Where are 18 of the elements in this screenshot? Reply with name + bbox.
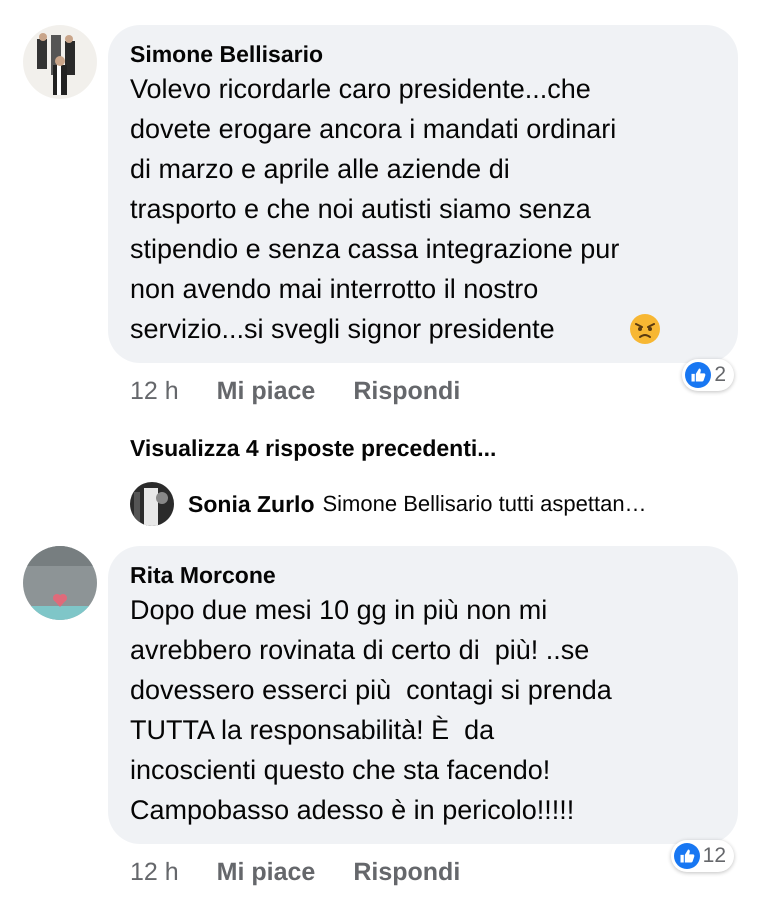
view-replies-link[interactable]: Visualizza 4 risposte precedenti...: [130, 435, 738, 462]
like-link[interactable]: Mi piace: [216, 858, 316, 886]
author-name[interactable]: Rita Morcone: [130, 560, 718, 590]
reaction-count[interactable]: 12: [670, 840, 734, 872]
comment-text: Volevo ricordarle caro presidente...che dovete erogare ancora i mandati ordinari di marzo e aprile alle aziende di trasporto e che noi autisti siamo senza stipendio e senza cassa integrazione pur non avendo mai interrotto il nostro servizio...si svegli signor presidente: [130, 73, 620, 346]
reaction-count[interactable]: 2: [682, 359, 734, 391]
reply-preview[interactable]: Simone Bellisario tutti aspettan…: [322, 491, 647, 517]
reply-link[interactable]: Rispondi: [353, 376, 460, 406]
reply-link[interactable]: Rispondi: [353, 858, 460, 886]
like-link[interactable]: Mi piace: [216, 376, 316, 406]
author-name[interactable]: Simone Bellisario: [130, 39, 718, 69]
comment-text: Dopo due mesi 10 gg in più non mi avrebbero rovinata di certo di più! ..se dovessero esserci più contagi si prenda TUTTA la responsabilità! È da incoscienti questo che sta facendo! Campobasso adesso è in pericolo!!!!!: [130, 594, 612, 827]
thumbs-up-icon: [674, 843, 700, 869]
angry-face-icon: [629, 313, 662, 345]
thumbs-up-icon: [685, 362, 712, 388]
timestamp: 12 h: [130, 858, 179, 886]
reply-author[interactable]: Sonia Zurlo: [188, 490, 314, 518]
timestamp: 12 h: [130, 376, 179, 406]
